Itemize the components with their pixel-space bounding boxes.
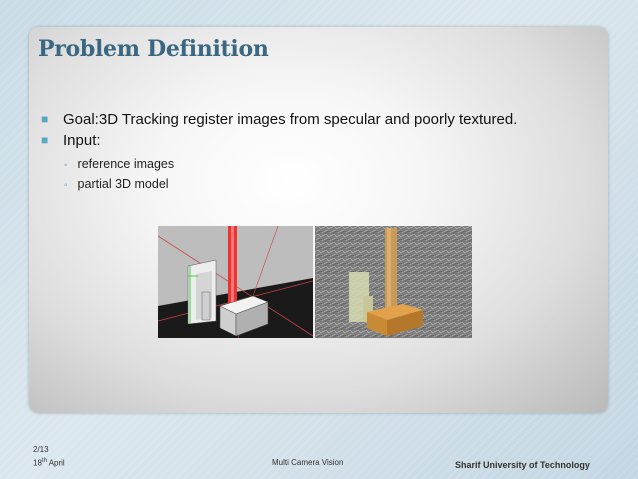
footer-institution: Sharif University of Technology (455, 460, 590, 470)
bullet-square-icon: ■ (41, 112, 49, 126)
slide-title: Problem Definition (38, 36, 269, 62)
rendered-3d-model-image (158, 226, 313, 338)
footer-date: 18th April (33, 458, 65, 468)
footer-date-month: April (46, 458, 65, 468)
tracked-object-photo-image (315, 226, 472, 338)
bullet-square-icon: ■ (41, 133, 49, 147)
bullet-input: ■ Input: (41, 132, 101, 149)
photo-scene-graphic (315, 226, 472, 338)
sub-bullet-circle-icon: ◦ (64, 160, 68, 171)
footer-course-title: Multi Camera Vision (272, 458, 344, 467)
footer-date-day: 18 (33, 458, 42, 468)
bullet-goal-text: Goal:3D Tracking register images from sp… (63, 111, 518, 128)
content-panel (29, 27, 608, 413)
rendered-scene-graphic (158, 226, 313, 338)
bullet-goal: ■ Goal:3D Tracking register images from s… (41, 111, 517, 128)
sub-bullet-partial-model: ◦ partial 3D model (64, 177, 169, 191)
sub-bullet-reference-text: reference images (77, 157, 175, 171)
bullet-input-text: Input: (63, 132, 101, 149)
sub-bullet-reference-images: ◦ reference images (64, 157, 174, 171)
sub-bullet-circle-icon: ◦ (64, 180, 68, 191)
page-number: 2/13 (33, 445, 49, 454)
sub-bullet-partial-text: partial 3D model (77, 177, 169, 191)
